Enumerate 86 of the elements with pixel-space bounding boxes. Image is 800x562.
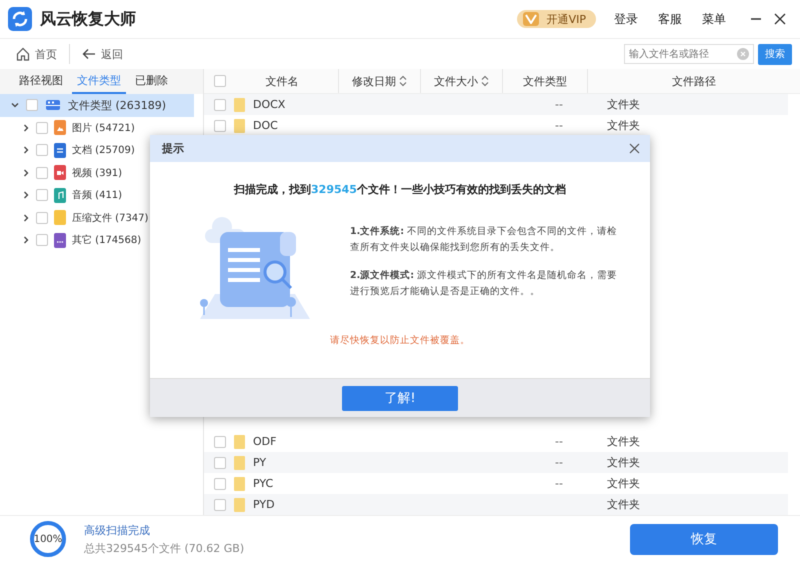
checkbox[interactable]: [26, 99, 38, 112]
home-button[interactable]: 首页: [16, 46, 57, 62]
checkbox[interactable]: [36, 234, 48, 246]
search-field[interactable]: 输入文件名或路径: [624, 44, 754, 64]
tab[interactable]: 路径视图: [14, 69, 68, 94]
tree-item[interactable]: 其它 (174568): [0, 229, 203, 252]
progress-percent: 100%: [32, 534, 64, 544]
chevron-icon[interactable]: [22, 236, 30, 244]
search-button[interactable]: 搜索: [758, 44, 792, 64]
recover-button[interactable]: 恢复: [630, 524, 778, 554]
table-cell-text: --: [554, 98, 564, 111]
dialog-headline: 扫描完成，找到329545个文件！一些小技巧有效的找到丢失的文档: [234, 182, 566, 197]
table-cell-text: PYD: [253, 498, 276, 511]
menu-link[interactable]: 登录: [614, 10, 638, 28]
close-icon[interactable]: [629, 143, 640, 154]
tree-item[interactable]: 图片 (54721): [0, 116, 203, 139]
table-cell-text: DOCX: [253, 98, 286, 111]
close-icon[interactable]: [774, 13, 786, 25]
home-icon: [16, 47, 30, 61]
chevron-icon[interactable]: [11, 101, 19, 110]
table-cell-text: 文件夹: [607, 434, 641, 449]
checkbox[interactable]: [36, 166, 48, 179]
table-cell-text: --: [554, 477, 564, 490]
folder-icon: [234, 98, 245, 112]
table-cell-text: 文件夹: [607, 455, 641, 470]
back-arrow-icon: [82, 48, 96, 60]
checkbox[interactable]: [214, 478, 226, 490]
drive-icon: [45, 99, 61, 112]
warning-text: 请尽快恢复以防止文件被覆盖。: [330, 334, 470, 347]
sort-icon[interactable]: [481, 75, 489, 87]
tree-item[interactable]: 文件类型 (263189): [0, 94, 194, 116]
app-title: 风云恢复大师: [40, 8, 136, 30]
table-cell-text: --: [554, 435, 564, 448]
folder-icon: [234, 118, 245, 132]
checkbox[interactable]: [214, 120, 226, 132]
tip-text: 2.源文件模式: 源文件模式下的所有文件名是随机命名，需要进行预览后才能确认是否是正确的文件。。: [350, 268, 618, 298]
table-cell-text: ODF: [253, 435, 278, 448]
chevron-icon[interactable]: [22, 191, 30, 200]
status-title: 高级扫描完成: [84, 522, 151, 538]
folder-icon: [234, 456, 245, 470]
tree-item[interactable]: 音频 (411): [0, 184, 203, 206]
checkbox[interactable]: [36, 144, 48, 156]
progress-ring: [28, 519, 68, 559]
checkbox[interactable]: [214, 75, 226, 87]
tree-item[interactable]: 压缩文件 (7347): [0, 206, 203, 229]
menu-link[interactable]: 菜单: [702, 10, 726, 28]
checkbox[interactable]: [214, 456, 226, 468]
table-cell-text: --: [554, 119, 564, 132]
checkbox[interactable]: [214, 498, 226, 510]
column-header[interactable]: 文件大小: [421, 69, 503, 93]
clear-icon[interactable]: [737, 48, 749, 60]
table-cell-text: PYC: [253, 477, 274, 490]
column-header[interactable]: 文件路径: [588, 69, 800, 93]
checkbox[interactable]: [214, 98, 226, 110]
table-cell-text: 文件夹: [607, 97, 641, 112]
checkbox[interactable]: [36, 212, 48, 224]
chevron-icon[interactable]: [22, 146, 30, 154]
column-header[interactable]: 文件类型: [503, 69, 588, 93]
tab[interactable]: 已删除: [130, 69, 173, 94]
checkbox[interactable]: [36, 122, 48, 134]
checkbox[interactable]: [36, 189, 48, 202]
table-cell-text: --: [554, 456, 564, 469]
column-header[interactable]: 文件名: [226, 69, 339, 93]
checkbox[interactable]: [214, 436, 226, 448]
folder-icon: [234, 434, 245, 448]
table-cell-text: 文件夹: [607, 476, 641, 491]
status-summary: 总共329545个文件 (70.62 GB): [84, 540, 244, 556]
chevron-icon[interactable]: [22, 168, 30, 177]
chevron-icon[interactable]: [22, 214, 30, 222]
vip-button[interactable]: 开通VIP: [516, 10, 596, 28]
table-cell-text: DOC: [253, 119, 279, 132]
app-logo-icon: [8, 7, 32, 31]
table-cell-text: 文件夹: [607, 497, 641, 512]
column-header[interactable]: 修改日期: [339, 69, 421, 93]
back-button[interactable]: 返回: [82, 46, 123, 62]
tip-text: 1.文件系统: 不同的文件系统目录下会包含不同的文件，请检查所有文件夹以确保能找到您所有的丢失文件。: [350, 224, 618, 254]
menu-link[interactable]: 客服: [658, 10, 682, 28]
tree-item[interactable]: 视频 (391): [0, 162, 203, 184]
folder-icon: [234, 476, 245, 490]
table-cell-text: 文件夹: [607, 118, 641, 133]
folder-icon: [234, 498, 245, 512]
ok-button[interactable]: 了解!: [342, 386, 458, 410]
table-cell-text: PY: [253, 456, 268, 469]
sort-icon[interactable]: [399, 75, 407, 87]
chevron-icon[interactable]: [22, 124, 30, 132]
dialog-title: 提示: [162, 141, 184, 156]
